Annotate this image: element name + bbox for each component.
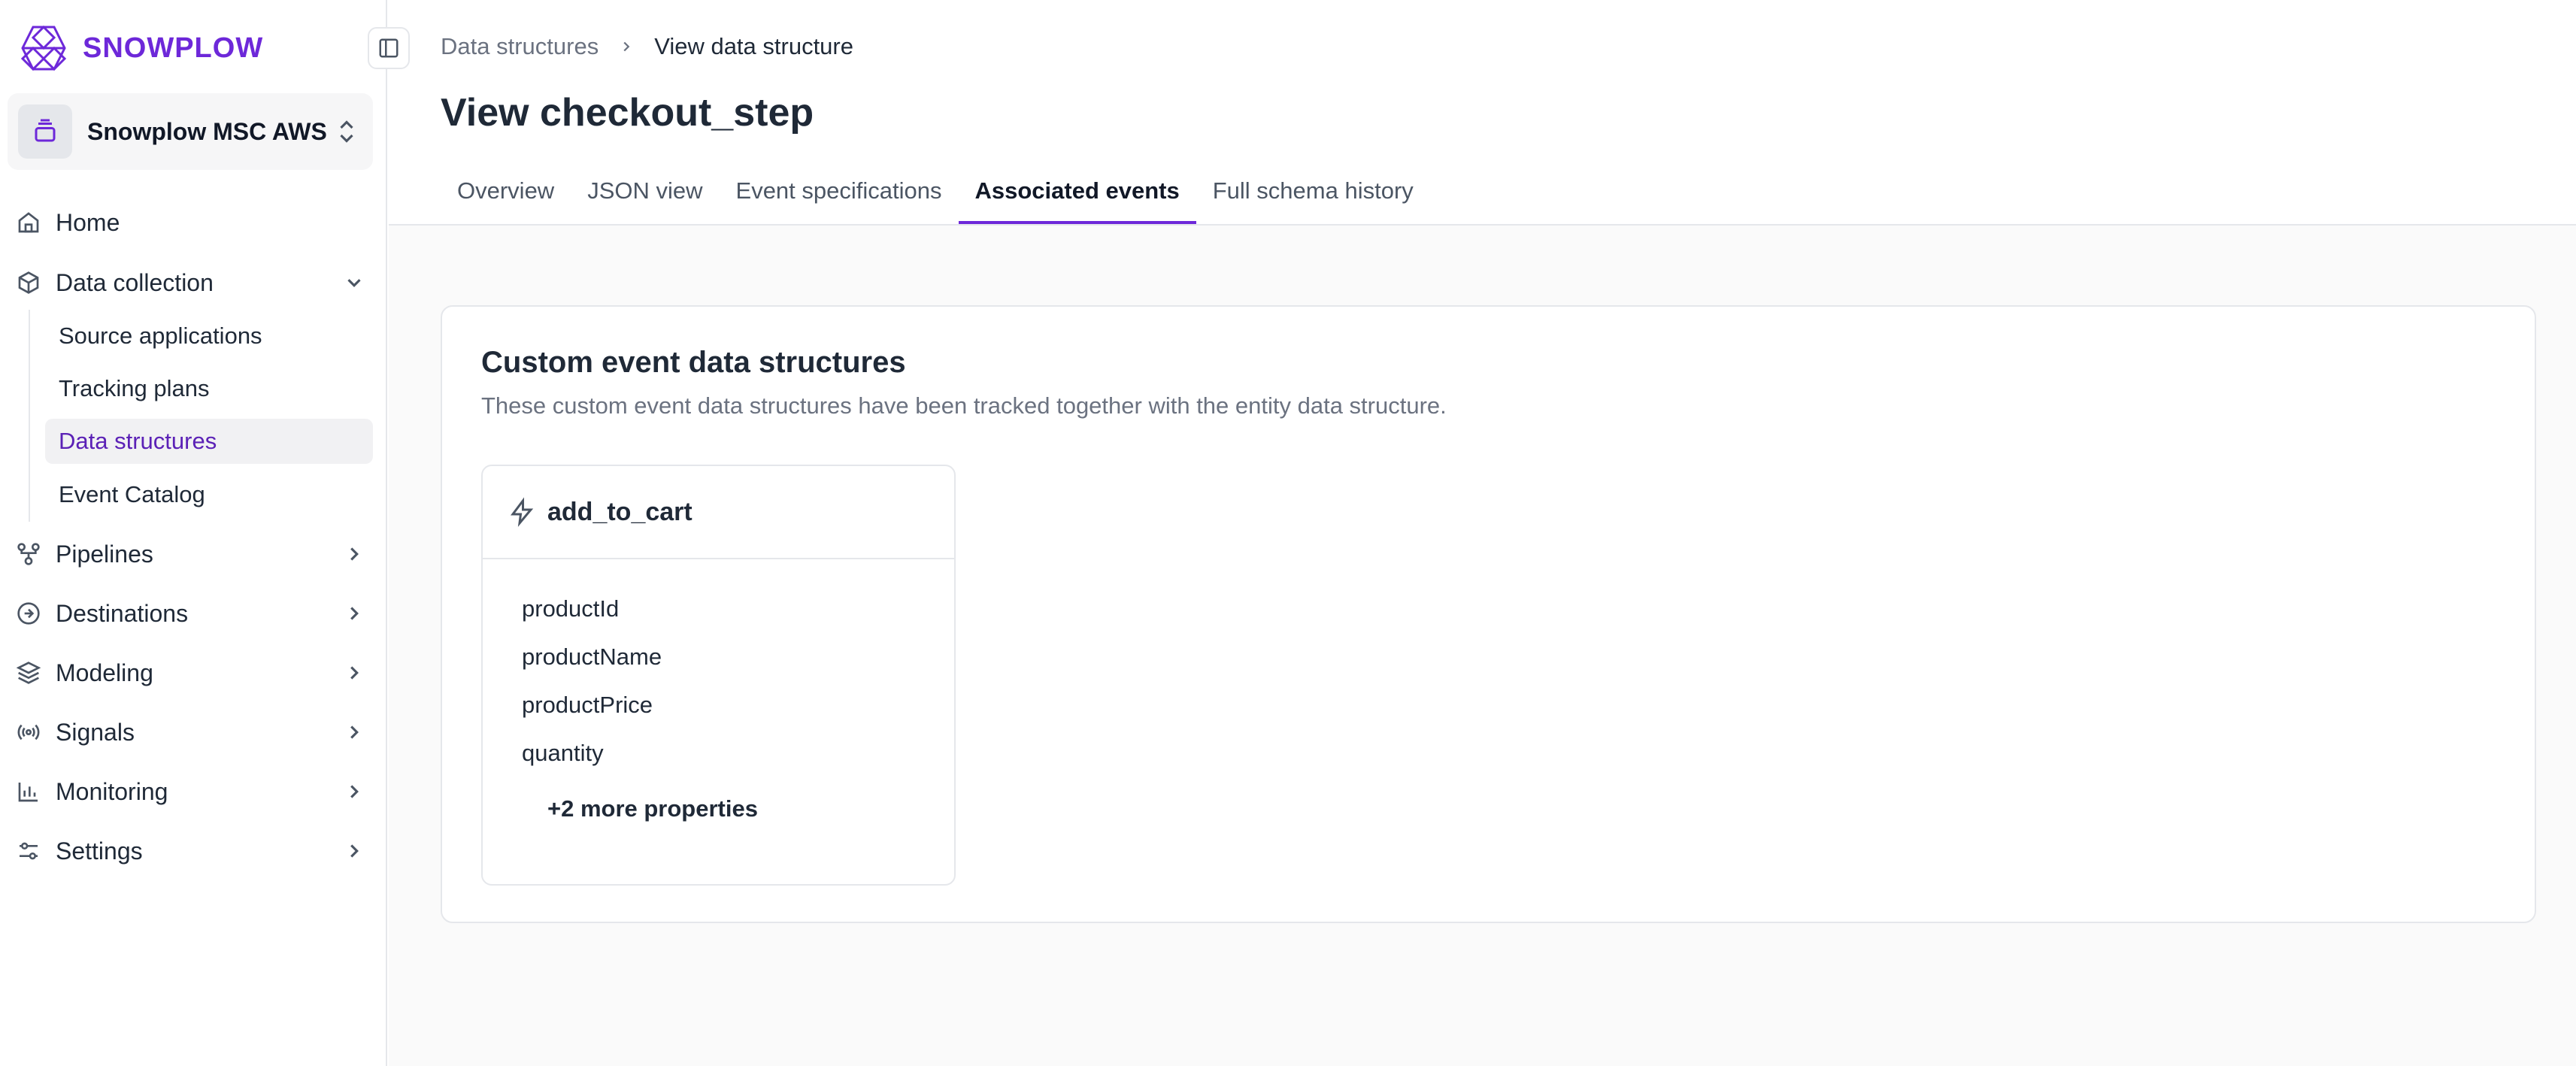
nav-item-data-collection[interactable]: Data collection [17,260,373,305]
brand-logo[interactable]: SNOWPLOW [17,24,263,72]
tab-associated-events[interactable]: Associated events [958,170,1196,224]
org-name: Snowplow MSC AWS [87,117,327,145]
event-card-header: add_to_cart [483,466,954,559]
home-icon [18,212,39,233]
sidebar-toggle-button[interactable] [368,27,410,69]
chevron-right-icon [350,607,359,620]
property-item: productName [522,644,662,670]
tab-json-view[interactable]: JSON view [571,170,719,224]
tab-event-specifications[interactable]: Event specifications [720,170,959,224]
chevron-right-icon [350,844,359,858]
chevron-right-icon [350,547,359,561]
bar-chart-icon [18,783,38,802]
lightning-icon [511,497,534,527]
sidebar-item-source-applications[interactable]: Source applications [45,313,373,359]
chevron-right-icon [350,666,359,680]
box-icon [18,271,39,294]
nav-item-signals[interactable]: Signals [17,710,373,755]
chevron-right-icon [623,41,630,52]
nav-label-home: Home [56,208,120,236]
nav-item-monitoring[interactable]: Monitoring [17,769,373,814]
nav-label-monitoring: Monitoring [56,777,168,805]
nav-item-modeling[interactable]: Modeling [17,650,373,695]
main-content: Data structures View data structure View… [389,0,2576,1066]
brand-name: SNOWPLOW [83,32,264,64]
sidebar: SNOWPLOW Snowplow MSC AWS Home Data coll… [0,0,387,1066]
tab-overview[interactable]: Overview [441,170,571,224]
tab-bar: Overview JSON view Event specifications … [441,170,1430,224]
org-avatar [18,104,72,159]
arrow-circle-icon [17,602,40,625]
chevrons-up-down-icon [340,120,353,143]
breadcrumb-current: View data structure [654,33,853,59]
breadcrumb: Data structures View data structure [441,33,853,60]
section-title: Custom event data structures [481,346,906,379]
nav-item-home[interactable]: Home [17,200,373,245]
section-description: These custom event data structures have … [481,392,1447,419]
subnav-divider [29,310,30,522]
snowplow-logo-icon [20,25,67,71]
property-item: productPrice [522,692,653,718]
stack-icon [35,119,56,142]
breadcrumb-link-data-structures[interactable]: Data structures [441,33,599,60]
sidebar-toggle-icon [379,38,399,58]
associated-events-card: Custom event data structures These custo… [441,305,2536,923]
sidebar-item-data-structures[interactable]: Data structures [45,419,373,464]
nav-label-settings: Settings [56,837,143,865]
chevron-right-icon [350,725,359,739]
event-card-add-to-cart[interactable]: add_to_cart productId productName produc… [481,465,956,886]
org-switcher[interactable]: Snowplow MSC AWS [8,93,373,170]
signal-icon [17,724,40,740]
event-name: add_to_cart [547,497,692,526]
tab-full-schema-history[interactable]: Full schema history [1196,170,1430,224]
property-item: quantity [522,740,604,766]
sidebar-item-event-catalog[interactable]: Event Catalog [45,472,373,517]
sliders-icon [20,842,38,860]
nav-item-settings[interactable]: Settings [17,828,373,874]
nav-label-destinations: Destinations [56,599,189,627]
more-properties-button[interactable]: +2 more properties [547,795,954,822]
nav-label-modeling: Modeling [56,659,153,686]
chevron-right-icon [350,785,359,798]
page-header: Data structures View data structure View… [389,0,2576,226]
sidebar-item-tracking-plans[interactable]: Tracking plans [45,366,373,411]
nav-label-pipelines: Pipelines [56,540,153,568]
property-item: productId [522,595,620,622]
nav-label-data-collection: Data collection [56,268,214,296]
layers-icon [17,662,41,684]
nav-item-pipelines[interactable]: Pipelines [17,531,373,577]
property-list: productId productName productPrice quant… [483,559,954,822]
chevron-down-icon [347,279,361,287]
page-title: View checkout_step [441,91,814,135]
nav-label-signals: Signals [56,718,135,746]
pipeline-icon [17,543,40,565]
nav-item-destinations[interactable]: Destinations [17,591,373,636]
